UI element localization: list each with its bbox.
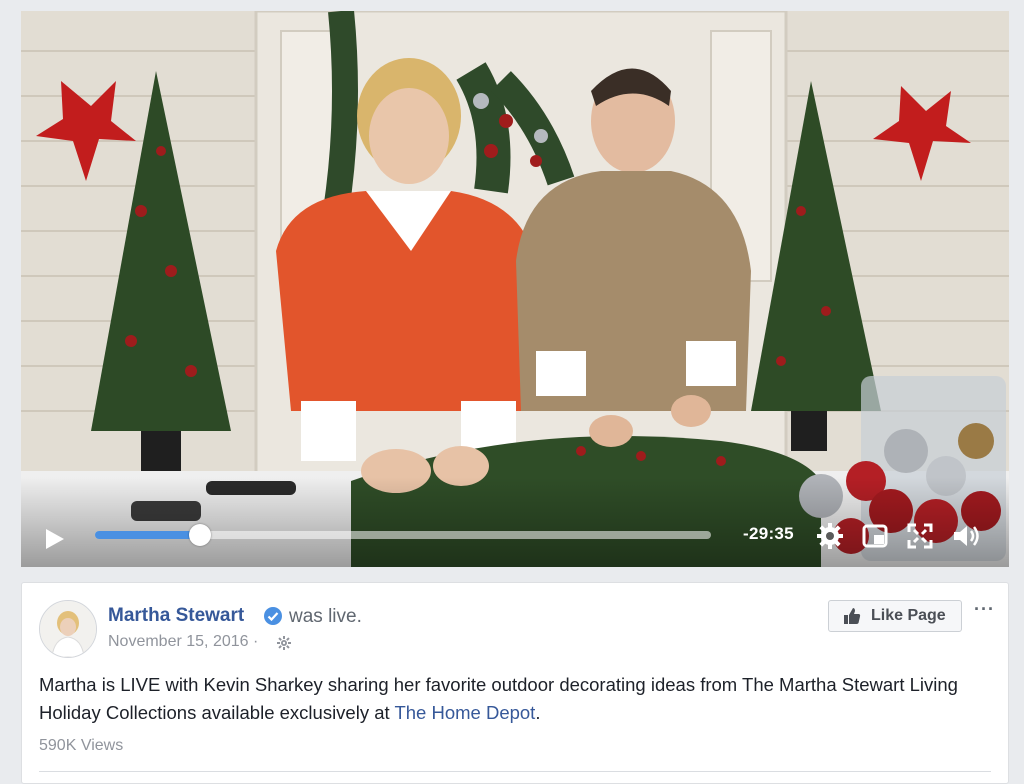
play-icon[interactable] [41, 526, 67, 552]
post-date: November 15, 2016 [108, 633, 249, 650]
verified-badge-icon [264, 607, 282, 625]
was-live-text: was live. [289, 606, 362, 627]
avatar[interactable] [39, 600, 97, 658]
settings-gear-icon[interactable] [815, 521, 845, 551]
post-card: Martha Stewart was live. November 15, 20… [21, 582, 1009, 784]
home-depot-link[interactable]: The Home Depot [394, 702, 535, 723]
volume-icon[interactable] [951, 521, 981, 551]
like-page-label: Like Page [871, 607, 946, 624]
author-name-link[interactable]: Martha Stewart [108, 605, 244, 627]
fullscreen-icon[interactable] [905, 521, 935, 551]
thumbs-up-icon [844, 608, 861, 624]
video-player[interactable]: -29:35 [21, 11, 1009, 567]
public-audience-icon[interactable] [277, 636, 291, 650]
author-portrait-icon [40, 601, 96, 657]
remaining-time: -29:35 [743, 524, 794, 543]
divider [39, 771, 991, 772]
date-separator: · [252, 633, 259, 650]
like-page-button[interactable]: Like Page [828, 600, 962, 632]
post-text: Martha is LIVE with Kevin Sharkey sharin… [39, 671, 999, 727]
picture-in-picture-icon[interactable] [860, 521, 890, 551]
post-date-link[interactable]: November 15, 2016 · [108, 633, 258, 651]
more-options-button[interactable]: ··· [974, 599, 995, 620]
view-count: 590K Views [39, 737, 124, 754]
progress-fill [95, 531, 200, 539]
progress-scrubber-knob[interactable] [188, 524, 211, 546]
post-text-end: . [535, 702, 541, 723]
video-progress-bar[interactable] [95, 524, 711, 546]
